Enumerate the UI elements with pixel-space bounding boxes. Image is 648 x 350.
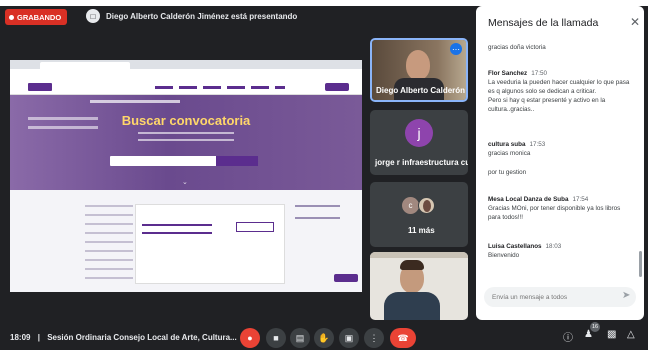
message-line: gracias monica (488, 150, 531, 157)
site-side-note (295, 205, 340, 219)
scroll-down-icon: ⌄ (182, 179, 188, 186)
site-search-button (216, 156, 258, 166)
message-line: cultura..gracias.. (488, 106, 535, 113)
message-sender: cultura suba (488, 141, 526, 148)
participant-name: Diego Alberto Calderón (376, 86, 466, 95)
message-time: 17:50 (531, 70, 547, 77)
recording-badge[interactable]: GRABANDO (5, 9, 68, 25)
camera-button[interactable]: ■ (266, 328, 286, 348)
chat-message: por tu gestion (488, 168, 638, 177)
meeting-title: Sesión Ordinaria Consejo Local de Arte, … (47, 333, 237, 342)
site-hero (10, 95, 362, 190)
meeting-details-icon[interactable]: ⓘ (563, 329, 573, 344)
video-background (370, 252, 468, 258)
leave-call-button[interactable]: ☎ (390, 328, 416, 348)
message-line: La veeduria la pueden hacer cualquier lo… (488, 79, 630, 86)
participant-name: jorge r infraestructura cul... (375, 158, 468, 167)
chat-message: Flor Sanchez 17:50 La veeduria la pueden … (488, 69, 638, 114)
meeting-info: 18:09 | Sesión Ordinaria Consejo Local d… (10, 333, 237, 342)
camera-icon: ■ (273, 333, 279, 343)
participant-tile[interactable]: ⋯ Diego Alberto Calderón (370, 38, 468, 102)
message-sender: Flor Sanchez (488, 70, 528, 77)
site-card-button (236, 222, 274, 232)
avatar: c (402, 197, 419, 214)
recording-label: GRABANDO (17, 12, 62, 22)
message-line: gracias doña victoria (488, 44, 546, 51)
captions-icon: ▤ (295, 332, 305, 343)
present-screen-icon: □ (86, 9, 100, 23)
participant-tile[interactable]: j jorge r infraestructura cul... (370, 110, 468, 175)
chat-message: Mesa Local Danza de Suba 17:54 Gracias MO… (488, 195, 638, 222)
more-options-icon[interactable]: ⋯ (450, 43, 462, 55)
chat-message: gracias doña victoria (488, 43, 638, 52)
presenter-text: Diego Alberto Calderón Jiménez está pres… (106, 11, 298, 21)
message-line: para todos!!! (488, 214, 524, 221)
participants-overflow-tile[interactable]: c 11 más (370, 182, 468, 247)
message-sender: Luisa Castellanos (488, 243, 542, 250)
people-count-badge: 16 (590, 322, 600, 332)
presenter-banner: □ Diego Alberto Calderón Jiménez está pr… (86, 9, 297, 23)
site-register-button (325, 83, 349, 91)
meeting-time: 18:09 (10, 333, 31, 342)
close-icon[interactable]: ✕ (630, 15, 640, 29)
self-view-tile[interactable] (370, 252, 468, 320)
recording-dot-icon (9, 14, 14, 20)
meeting-separator: | (37, 333, 40, 342)
message-time: 17:54 (572, 196, 589, 203)
present-button[interactable]: ▣ (339, 328, 359, 348)
chat-message-input[interactable] (484, 287, 636, 307)
message-line: Gracias MOni, por tener disponible ya lo… (488, 205, 621, 212)
chat-message: Luisa Castellanos 18:03 Bienvenido (488, 242, 638, 260)
meet-window: GRABANDO □ Diego Alberto Calderón Jiméne… (0, 0, 648, 350)
captions-button[interactable]: ▤ (290, 328, 310, 348)
message-line: Bienvenido (488, 252, 520, 259)
site-float-button (334, 274, 358, 282)
raise-hand-icon: ✋ (318, 332, 330, 343)
browser-toolbar (10, 69, 362, 86)
site-breadcrumb (90, 100, 180, 103)
chat-scrollbar[interactable] (639, 251, 642, 277)
participant-video-hair (400, 260, 424, 270)
chat-title: Mensajes de la llamada (488, 17, 599, 29)
site-logo (28, 83, 52, 91)
site-menu (155, 86, 285, 89)
more-vert-icon: ⋮ (369, 332, 379, 343)
chat-message: cultura suba 17:53 gracias monica (488, 140, 638, 158)
message-line: es q algunos solo se dedican a criticar. (488, 88, 597, 95)
site-filters (85, 205, 133, 280)
message-line: Pero si hay q estar presenté y activo en… (488, 97, 606, 104)
site-hero-title: Buscar convocatoria (121, 113, 251, 128)
message-line: por tu gestion (488, 169, 527, 176)
browser-tab-strip (10, 60, 362, 69)
message-time: 17:53 (529, 141, 546, 148)
chat-icon[interactable]: ▩ (607, 329, 616, 340)
site-result-card (135, 204, 285, 284)
avatar: j (405, 119, 433, 147)
site-hero-subtitle (138, 132, 234, 141)
chat-panel: Mensajes de la llamada ✕ gracias doña vi… (476, 6, 644, 320)
participant-video-body (384, 292, 440, 320)
mic-off-icon: ● (247, 333, 253, 343)
present-icon: ▣ (344, 332, 354, 343)
shared-screen[interactable]: Buscar convocatoria ⌄ (10, 60, 362, 292)
more-options-button[interactable]: ⋮ (364, 328, 384, 348)
send-icon[interactable]: ➤ (622, 290, 630, 301)
avatar-face (423, 200, 431, 212)
site-card-title (142, 224, 212, 234)
overflow-count: 11 más (408, 226, 435, 235)
avatar-photo (418, 197, 435, 214)
raise-hand-button[interactable]: ✋ (314, 328, 334, 348)
participant-video-head (406, 50, 430, 80)
message-time: 18:03 (545, 243, 562, 250)
mic-off-button[interactable]: ● (240, 328, 260, 348)
activities-icon[interactable]: △ (627, 329, 635, 340)
message-sender: Mesa Local Danza de Suba (488, 196, 569, 203)
browser-tab (40, 62, 130, 69)
hang-up-icon: ☎ (397, 332, 409, 343)
